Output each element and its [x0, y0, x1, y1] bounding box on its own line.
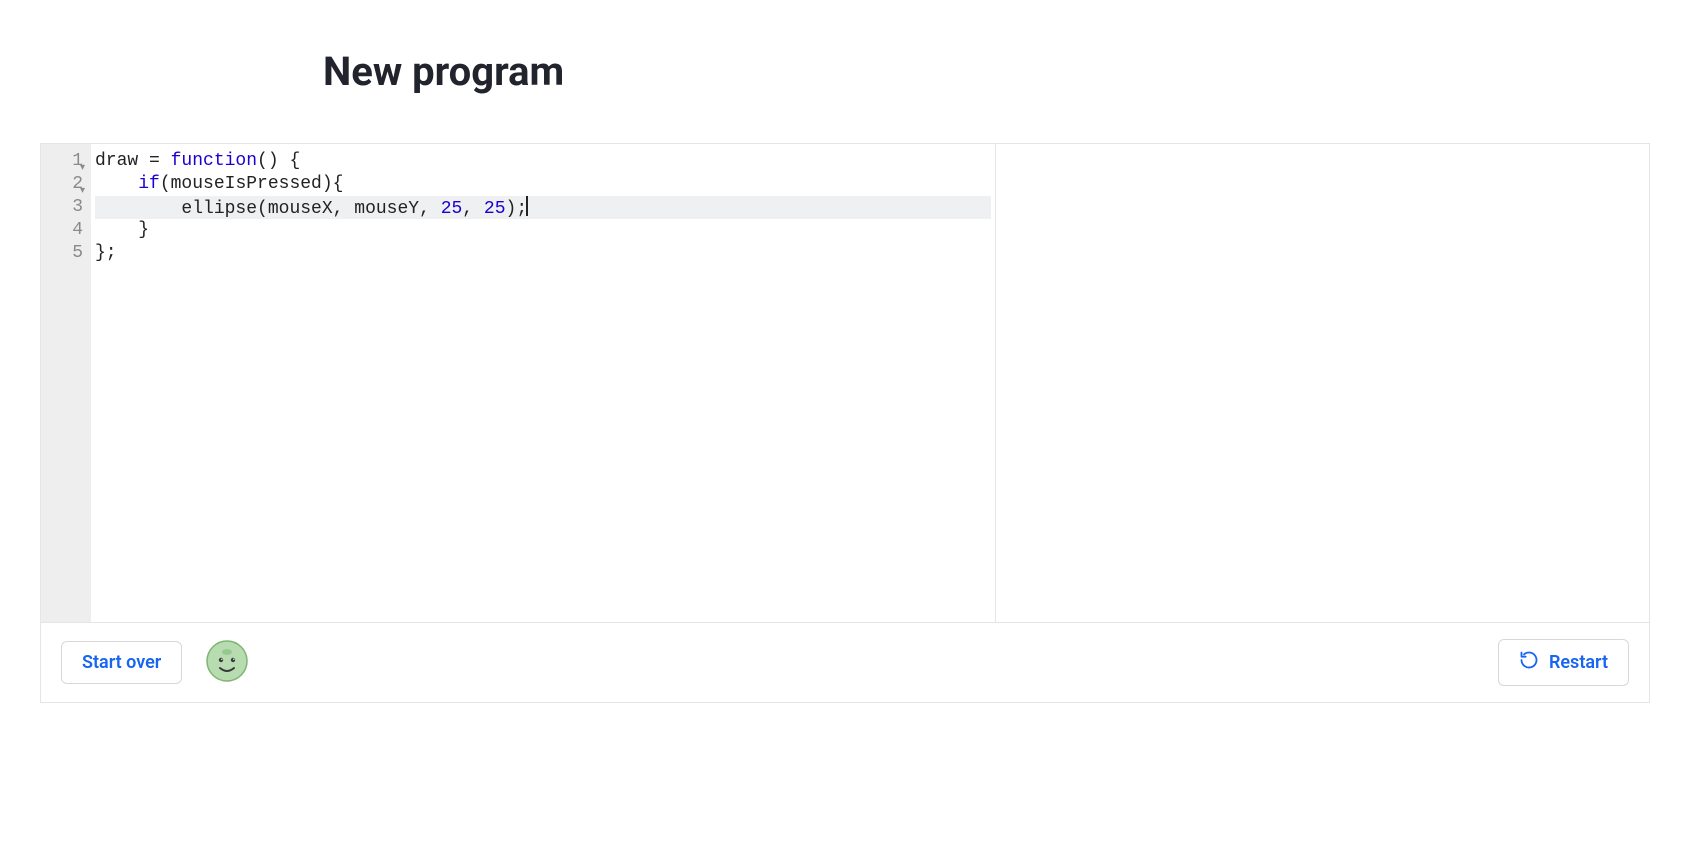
code-line[interactable]: };	[95, 242, 991, 265]
start-over-label: Start over	[82, 652, 161, 673]
mascot-icon	[206, 640, 248, 686]
code-line[interactable]: ellipse(mouseX, mouseY, 25, 25);	[95, 196, 991, 219]
toolbar: Start over Res	[41, 622, 1649, 702]
restart-label: Restart	[1549, 652, 1608, 673]
code-area[interactable]: draw = function() { if(mouseIsPressed){ …	[91, 144, 995, 622]
line-number: 5	[47, 242, 83, 265]
toolbar-left: Start over	[61, 640, 248, 686]
workspace: 1▾2▾345 draw = function() { if(mouseIsPr…	[40, 143, 1650, 703]
restart-icon	[1519, 650, 1539, 675]
restart-button[interactable]: Restart	[1498, 639, 1629, 686]
code-editor[interactable]: 1▾2▾345 draw = function() { if(mouseIsPr…	[41, 144, 996, 622]
output-canvas[interactable]	[996, 144, 1649, 622]
page-title: New program	[323, 48, 1690, 95]
start-over-button[interactable]: Start over	[61, 641, 182, 684]
code-line[interactable]: }	[95, 219, 991, 242]
code-line[interactable]: draw = function() {	[95, 150, 991, 173]
text-cursor	[526, 196, 528, 216]
line-number: 3	[47, 196, 83, 219]
editor-row: 1▾2▾345 draw = function() { if(mouseIsPr…	[41, 144, 1649, 622]
line-number-gutter: 1▾2▾345	[41, 144, 91, 622]
line-number: 4	[47, 219, 83, 242]
line-number: 2▾	[47, 173, 83, 196]
line-number: 1▾	[47, 150, 83, 173]
code-line[interactable]: if(mouseIsPressed){	[95, 173, 991, 196]
